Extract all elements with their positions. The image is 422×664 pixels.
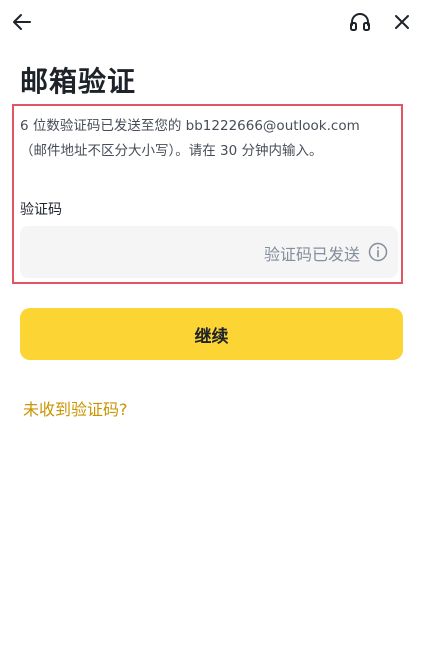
arrow-left-icon <box>13 14 31 30</box>
info-circle-icon[interactable] <box>368 242 388 262</box>
page-title: 邮箱验证 <box>20 65 137 98</box>
continue-button[interactable]: 继续 <box>20 308 403 360</box>
email-verification-page: 邮箱验证 6 位数验证码已发送至您的 bb1222666@outlook.com… <box>0 0 422 664</box>
code-sent-status: 验证码已发送 <box>263 245 360 264</box>
support-button[interactable] <box>346 8 374 36</box>
close-button[interactable] <box>388 8 416 36</box>
top-bar <box>0 0 422 44</box>
code-input-container: 验证码已发送 <box>20 226 398 278</box>
description-line-1: 6 位数验证码已发送至您的 bb1222666@outlook.com <box>20 118 360 134</box>
code-field-label: 验证码 <box>20 202 62 218</box>
resend-code-link[interactable]: 未收到验证码? <box>23 396 128 420</box>
verification-code-input[interactable] <box>20 226 240 278</box>
close-icon <box>395 15 409 29</box>
description-line-2: （邮件地址不区分大小写）。请在 30 分钟内输入。 <box>20 143 323 159</box>
back-button[interactable] <box>8 8 36 36</box>
headset-icon <box>350 13 370 31</box>
verification-description: 6 位数验证码已发送至您的 bb1222666@outlook.com （邮件地… <box>20 114 400 164</box>
